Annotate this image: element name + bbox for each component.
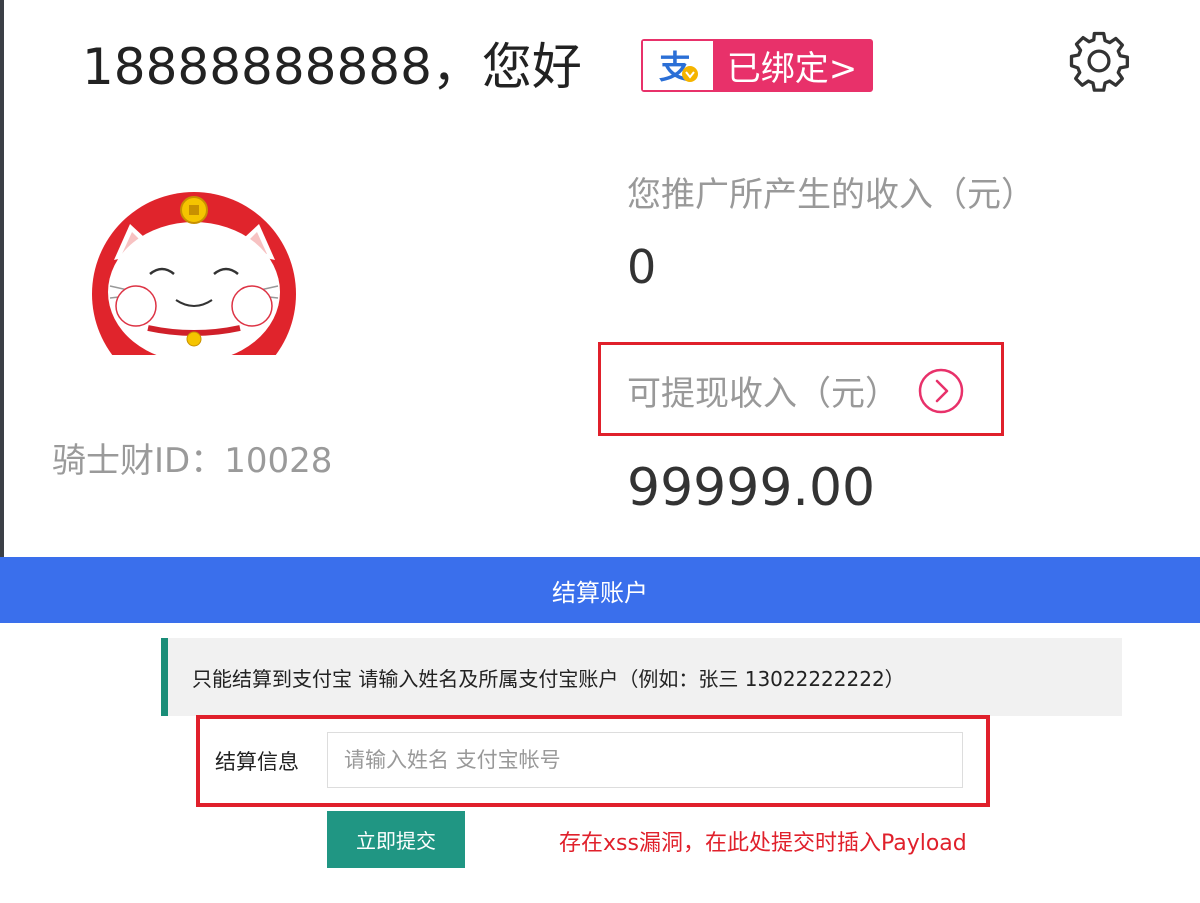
promo-income-value: 0 <box>627 240 657 294</box>
chevron-right-circle-icon[interactable] <box>917 367 965 415</box>
settlement-notice: 只能结算到支付宝 请输入姓名及所属支付宝账户（例如：张三 13022222222… <box>161 638 1122 716</box>
settlement-account-header: 结算账户 <box>0 557 1200 623</box>
withdrawable-income-label: 可提现收入（元） <box>627 374 899 414</box>
alipay-badge-label: 已绑定> <box>726 49 858 89</box>
lucky-cat-avatar <box>92 192 296 355</box>
settlement-info-label: 结算信息 <box>215 750 299 774</box>
alipay-logo-icon: 支 <box>643 41 713 90</box>
greeting-title: 18888888888，您好 <box>82 38 582 96</box>
xss-annotation: 存在xss漏洞，在此处提交时插入Payload <box>559 831 967 856</box>
alipay-bound-badge[interactable]: 支 已绑定> <box>641 39 873 92</box>
knight-id-label: 骑士财ID：10028 <box>52 441 333 481</box>
settlement-info-input[interactable] <box>327 732 963 788</box>
submit-button[interactable]: 立即提交 <box>327 811 465 868</box>
gear-icon[interactable] <box>1066 28 1132 94</box>
window-edge <box>0 0 4 557</box>
withdrawable-income-value: 99999.00 <box>627 458 876 518</box>
promo-income-label: 您推广所产生的收入（元） <box>627 175 1035 215</box>
